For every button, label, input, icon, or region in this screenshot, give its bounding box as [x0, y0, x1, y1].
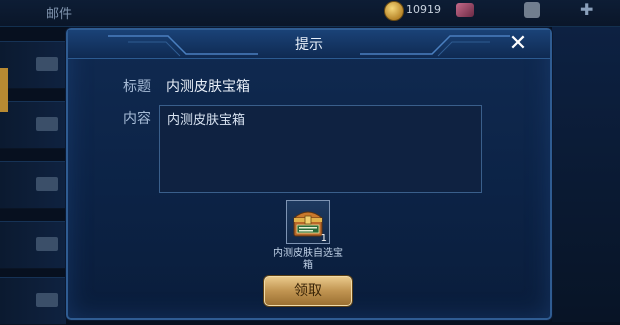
envelope-icon	[36, 177, 58, 191]
envelope-icon	[36, 293, 58, 307]
envelope-icon	[36, 117, 58, 131]
notice-dialog: 提示 ✕ 标题 内测皮肤宝箱 内容 内测皮肤宝箱 1 内测皮肤自选宝箱 领取	[66, 28, 552, 320]
selected-indicator	[0, 68, 8, 112]
top-bar: 邮件 10919 ✚	[0, 0, 620, 27]
mail-list-item[interactable]	[0, 41, 66, 89]
content-label: 内容	[123, 111, 151, 127]
claim-button[interactable]: 领取	[264, 276, 352, 306]
content-box: 内测皮肤宝箱	[159, 105, 482, 193]
attachment-name: 内测皮肤自选宝箱	[273, 248, 343, 271]
gem-icon	[456, 3, 474, 17]
coin-icon	[384, 1, 404, 21]
subject-label: 标题	[123, 79, 151, 95]
attachment-slot[interactable]: 1	[286, 200, 330, 244]
subject-value: 内测皮肤宝箱	[166, 79, 250, 95]
content-text: 内测皮肤宝箱	[167, 113, 246, 128]
background-panel	[552, 27, 620, 322]
dialog-title: 提示	[295, 37, 323, 53]
plus-icon[interactable]: ✚	[580, 0, 593, 19]
close-icon[interactable]: ✕	[504, 32, 532, 56]
mail-list	[0, 27, 66, 325]
mail-list-item[interactable]	[0, 161, 66, 209]
mail-list-item[interactable]	[0, 277, 66, 325]
mail-list-item[interactable]	[0, 221, 66, 269]
box-icon[interactable]	[524, 2, 540, 18]
envelope-icon	[36, 57, 58, 71]
mail-list-item[interactable]	[0, 101, 66, 149]
coin-count: 10919	[406, 3, 441, 16]
dialog-header: 提示 ✕	[68, 30, 550, 59]
envelope-icon	[36, 237, 58, 251]
item-count: 1	[320, 233, 327, 244]
mail-screen-title: 邮件	[46, 7, 73, 22]
